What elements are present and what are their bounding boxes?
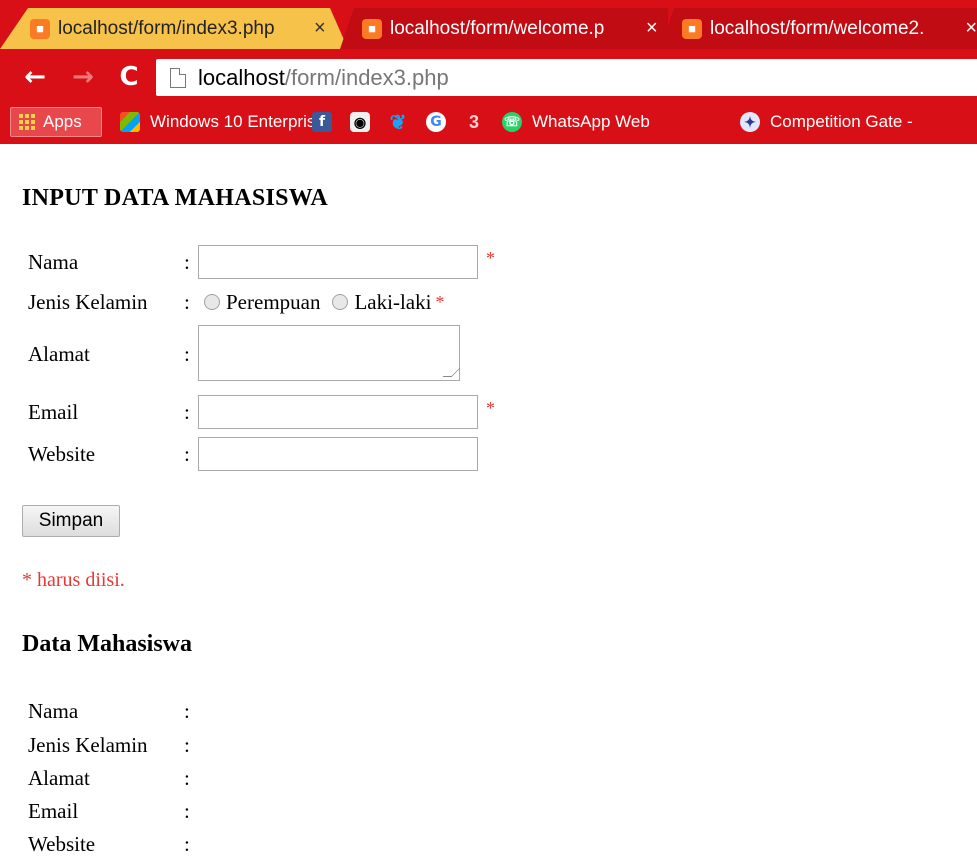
laki-laki-label: Laki-laki	[354, 289, 432, 314]
back-arrow-icon[interactable]: ←	[18, 61, 52, 93]
page-content: INPUT DATA MAHASISWA Nama : * Jenis Kela…	[0, 144, 977, 863]
gender-radio-group: Perempuan Laki-laki *	[192, 290, 444, 315]
tab-index3[interactable]: ■ localhost/form/index3.php ×	[0, 8, 348, 49]
page-icon	[170, 67, 186, 88]
data-mahasiswa-title: Data Mahasiswa	[22, 631, 193, 657]
bookmark-windows[interactable]: Windows 10 Enterpris	[120, 107, 315, 137]
tab-strip: ■ localhost/form/index3.php × ■ localhos…	[0, 0, 977, 55]
email-field-wrap: *	[198, 395, 495, 429]
colon: :	[184, 766, 190, 790]
laki-laki-radio[interactable]	[332, 294, 349, 310]
nama-field-wrap: *	[198, 245, 495, 279]
required-mark: *	[486, 247, 495, 268]
colon: :	[184, 733, 190, 757]
bookmark-label: Apps	[43, 112, 82, 131]
page-title: INPUT DATA MAHASISWA	[22, 185, 329, 211]
colon: :	[184, 399, 190, 424]
windows-icon	[120, 112, 140, 132]
tab-title: localhost/form/welcome.p	[390, 17, 605, 39]
simpan-button[interactable]: Simpan	[22, 505, 120, 537]
alamat-field-wrap	[198, 325, 460, 381]
required-mark: *	[486, 397, 495, 418]
jenis-kelamin-label: Jenis Kelamin	[28, 289, 148, 314]
bookmark-google[interactable]: G	[426, 107, 456, 137]
email-input[interactable]	[198, 395, 478, 429]
facebook-icon: f	[312, 112, 332, 132]
close-icon[interactable]: ×	[965, 17, 977, 40]
tab-title: localhost/form/welcome2.	[710, 17, 925, 39]
xampp-favicon-icon: ■	[682, 18, 702, 39]
bookmark-label: Competition Gate -	[770, 112, 913, 131]
bookmarks-bar: Apps Windows 10 Enterpris f ◉ ❦ G 3 ☏ Wh…	[0, 99, 977, 144]
bookmark-facebook[interactable]: f	[312, 107, 342, 137]
whatsapp-icon: ☏	[502, 112, 522, 132]
perempuan-label: Perempuan	[226, 289, 321, 314]
bookmark-apps[interactable]: Apps	[10, 107, 102, 137]
three-icon: 3	[468, 111, 479, 132]
bookmark-competition[interactable]: ✦ Competition Gate -	[740, 107, 913, 137]
alamat-label: Alamat	[28, 341, 90, 366]
address-path: /form/index3.php	[284, 64, 449, 90]
output-label: Website	[28, 832, 96, 856]
xampp-favicon-icon: ■	[30, 18, 50, 39]
website-input[interactable]	[198, 437, 478, 471]
tab-welcome2[interactable]: ■ localhost/form/welcome2. ×	[660, 8, 977, 49]
required-note: * harus diisi.	[22, 569, 125, 591]
nama-input[interactable]	[198, 245, 478, 279]
website-field-wrap	[198, 437, 478, 471]
close-icon[interactable]: ×	[646, 17, 658, 40]
app-icon: ◉	[350, 112, 370, 132]
forward-arrow-icon[interactable]: →	[66, 61, 100, 93]
colon: :	[184, 289, 190, 314]
bookmark-three[interactable]: 3	[464, 107, 494, 137]
browser-toolbar: ← → C localhost/form/index3.php	[0, 55, 977, 99]
website-label: Website	[28, 441, 96, 466]
address-bar[interactable]: localhost/form/index3.php	[156, 59, 977, 96]
output-label: Nama	[28, 699, 79, 723]
xampp-favicon-icon: ■	[362, 18, 382, 39]
required-mark: *	[435, 291, 445, 312]
browser-chrome: ■ localhost/form/index3.php × ■ localhos…	[0, 0, 977, 144]
tab-welcome[interactable]: ■ localhost/form/welcome.p ×	[340, 8, 668, 49]
alamat-textarea[interactable]	[198, 325, 460, 381]
colon: :	[184, 799, 190, 823]
colon: :	[184, 249, 190, 274]
competition-icon: ✦	[740, 112, 760, 132]
nama-label: Nama	[28, 249, 79, 274]
colon: :	[184, 699, 190, 723]
output-label: Email	[28, 799, 79, 823]
tab-title: localhost/form/index3.php	[58, 17, 275, 39]
bookmark-app[interactable]: ◉	[350, 107, 380, 137]
output-label: Jenis Kelamin	[28, 733, 148, 757]
colon: :	[184, 441, 190, 466]
twitter-icon: ❦	[389, 111, 407, 134]
close-icon[interactable]: ×	[314, 17, 326, 40]
email-label: Email	[28, 399, 79, 424]
apps-grid-icon	[19, 114, 35, 130]
colon: :	[184, 341, 190, 366]
google-icon: G	[426, 112, 446, 132]
perempuan-radio[interactable]	[204, 294, 220, 310]
reload-icon[interactable]: C	[112, 61, 146, 93]
bookmark-whatsapp[interactable]: ☏ WhatsApp Web	[502, 107, 650, 137]
bookmark-twitter[interactable]: ❦	[388, 107, 418, 137]
address-host: localhost	[198, 64, 285, 90]
bookmark-label: Windows 10 Enterpris	[150, 112, 316, 131]
bookmark-label: WhatsApp Web	[532, 112, 650, 131]
colon: :	[184, 832, 190, 856]
output-label: Alamat	[28, 766, 90, 790]
